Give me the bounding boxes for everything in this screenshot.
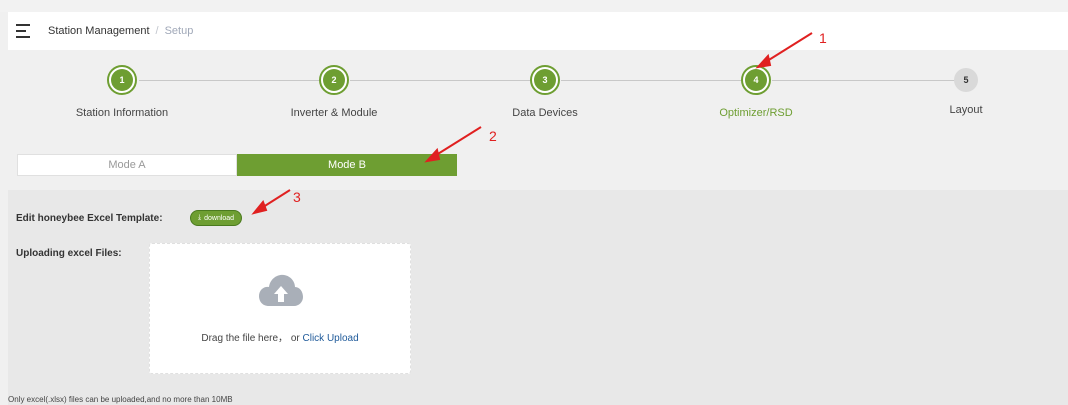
- step-circle: 3: [530, 65, 560, 95]
- breadcrumb-current: Setup: [164, 25, 194, 37]
- step-circle: 2: [319, 65, 349, 95]
- step-label: Data Devices: [512, 107, 578, 119]
- annotation-number: 2: [489, 128, 497, 144]
- menu-toggle-icon[interactable]: [16, 24, 32, 38]
- page-header: Station Management / Setup: [8, 12, 1068, 50]
- step-label: Inverter & Module: [290, 107, 378, 119]
- setup-steps: 1 Station Information 2 Inverter & Modul…: [8, 50, 1068, 138]
- step-layout[interactable]: 5 Layout: [886, 65, 1046, 116]
- step-data-devices[interactable]: 3 Data Devices: [465, 65, 625, 119]
- upload-hint: Only excel(.xlsx) files can be uploaded,…: [8, 395, 233, 404]
- step-optimizer-rsd[interactable]: 4 Optimizer/RSD: [676, 65, 836, 119]
- annotation-number: 1: [819, 30, 827, 46]
- click-upload-link[interactable]: Click Upload: [303, 333, 359, 344]
- upload-dropzone[interactable]: Drag the file here， or Click Upload: [149, 243, 411, 374]
- step-circle: 4: [741, 65, 771, 95]
- upload-label: Uploading excel Files:: [16, 248, 122, 259]
- breadcrumb-root[interactable]: Station Management: [48, 25, 150, 37]
- download-button[interactable]: ⤓ download: [190, 210, 243, 226]
- breadcrumb-separator: /: [155, 25, 159, 37]
- download-label: download: [204, 214, 235, 222]
- tab-mode-b[interactable]: Mode B: [237, 154, 457, 176]
- drag-text: Drag the file here， or Click Upload: [150, 329, 410, 344]
- step-station-information[interactable]: 1 Station Information: [42, 65, 202, 119]
- mode-tabs: Mode A Mode B: [17, 154, 457, 176]
- template-panel: Edit honeybee Excel Template: ⤓ download…: [8, 190, 1068, 405]
- annotation-number: 3: [293, 189, 301, 205]
- download-icon: ⤓: [198, 214, 202, 221]
- step-circle: 1: [107, 65, 137, 95]
- step-label: Optimizer/RSD: [719, 107, 793, 119]
- template-label: Edit honeybee Excel Template:: [16, 213, 163, 224]
- breadcrumb: Station Management / Setup: [48, 25, 193, 37]
- tab-mode-a[interactable]: Mode A: [17, 154, 237, 176]
- step-inverter-module[interactable]: 2 Inverter & Module: [254, 65, 414, 119]
- top-strip: [0, 0, 1068, 12]
- cloud-upload-icon: [259, 274, 303, 306]
- drag-hint: Drag the file here， or: [201, 333, 303, 344]
- step-label: Layout: [949, 104, 983, 116]
- step-label: Station Information: [75, 107, 169, 119]
- step-circle: 5: [954, 68, 978, 92]
